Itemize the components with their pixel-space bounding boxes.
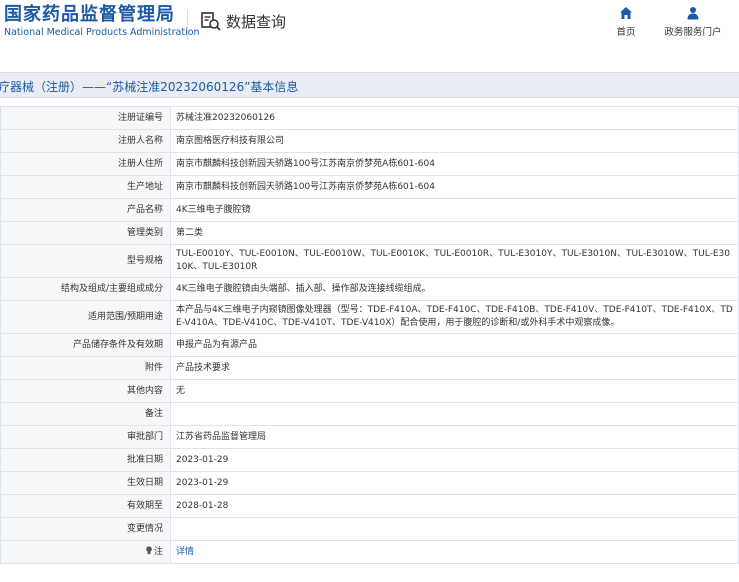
row-value: 南京图格医疗科技有限公司 — [170, 129, 739, 153]
row-value: 无 — [170, 379, 739, 403]
site-header: 国家药品监督管理局 National Medical Products Admi… — [0, 0, 739, 54]
row-value: 2028-01-28 — [170, 494, 739, 518]
row-label: 注册人名称 — [0, 129, 171, 153]
nav-home-label: 首页 — [616, 27, 636, 38]
logo-chinese-name: 国家药品监督管理局 — [4, 4, 175, 25]
note-label-cell: 注 — [0, 540, 171, 564]
table-row: 注册人住所 南京市麒麟科技创新园天骄路100号江苏南京侨梦苑A栋601-604 — [0, 152, 739, 176]
table-row: 产品储存条件及有效期 申报产品为有源产品 — [0, 333, 739, 357]
row-value: 南京市麒麟科技创新园天骄路100号江苏南京侨梦苑A栋601-604 — [170, 152, 739, 176]
note-row: 注 详情 — [0, 540, 739, 564]
row-value: 4K三维电子腹腔镜由头端部、插入部、操作部及连接线缆组成。 — [170, 277, 739, 301]
table-row: 附件 产品技术要求 — [0, 356, 739, 380]
note-label: 注 — [153, 546, 163, 557]
nav-gov-label: 政务服务门户 — [664, 27, 722, 38]
page-title: 疗器械（注册）——“苏械注准20232060126”基本信息 — [0, 80, 299, 94]
table-row: 变更情况 — [0, 517, 739, 541]
table-row: 适用范围/预期用途 本产品与4K三维电子内窥镜图像处理器（型号：TDE-F410… — [0, 300, 739, 334]
row-label: 管理类别 — [0, 221, 171, 245]
row-label: 注册证编号 — [0, 106, 171, 130]
row-value — [170, 517, 739, 541]
nav-home[interactable]: 首页 — [610, 6, 642, 38]
logo-english-name: National Medical Products Administration — [4, 27, 200, 38]
row-label: 批准日期 — [0, 448, 171, 472]
data-query-label: 数据查询 — [226, 12, 287, 31]
nav-gov-service-portal[interactable]: 政务服务门户 — [660, 6, 726, 38]
row-label: 型号规格 — [0, 244, 171, 278]
row-label: 变更情况 — [0, 517, 171, 541]
row-label: 注册人住所 — [0, 152, 171, 176]
table-row: 批准日期 2023-01-29 — [0, 448, 739, 472]
row-label: 产品名称 — [0, 198, 171, 222]
header-divider — [187, 10, 188, 40]
table-row: 型号规格 TUL-E0010Y、TUL-E0010N、TUL-E0010W、TU… — [0, 244, 739, 278]
row-label: 有效期至 — [0, 494, 171, 518]
row-value: 南京市麒麟科技创新园天骄路100号江苏南京侨梦苑A栋601-604 — [170, 175, 739, 199]
row-value: 第二类 — [170, 221, 739, 245]
row-value: 本产品与4K三维电子内窥镜图像处理器（型号：TDE-F410A、TDE-F410… — [170, 300, 739, 334]
row-label: 结构及组成/主要组成成分 — [0, 277, 171, 301]
row-label: 产品储存条件及有效期 — [0, 333, 171, 357]
table-row: 生效日期 2023-01-29 — [0, 471, 739, 495]
row-label: 备注 — [0, 402, 171, 426]
row-value: 产品技术要求 — [170, 356, 739, 380]
home-icon — [620, 7, 632, 19]
table-row: 产品名称 4K三维电子腹腔镜 — [0, 198, 739, 222]
row-value: 苏械注准20232060126 — [170, 106, 739, 130]
row-value: 2023-01-29 — [170, 471, 739, 495]
row-label: 附件 — [0, 356, 171, 380]
table-row: 注册证编号 苏械注准20232060126 — [0, 106, 739, 130]
table-row: 审批部门 江苏省药品监督管理局 — [0, 425, 739, 449]
row-label: 生产地址 — [0, 175, 171, 199]
search-document-icon — [201, 12, 221, 31]
row-label: 适用范围/预期用途 — [0, 300, 171, 334]
registration-detail-table: 注册证编号 苏械注准20232060126 注册人名称 南京图格医疗科技有限公司… — [0, 106, 739, 564]
table-row: 注册人名称 南京图格医疗科技有限公司 — [0, 129, 739, 153]
row-value: TUL-E0010Y、TUL-E0010N、TUL-E0010W、TUL-E00… — [170, 244, 739, 278]
row-label: 审批部门 — [0, 425, 171, 449]
row-value: 江苏省药品监督管理局 — [170, 425, 739, 449]
table-row: 备注 — [0, 402, 739, 426]
table-row: 其他内容 无 — [0, 379, 739, 403]
row-value: 2023-01-29 — [170, 448, 739, 472]
data-query-heading: 数据查询 — [200, 10, 286, 32]
page-title-bar: 疗器械（注册）——“苏械注准20232060126”基本信息 — [0, 72, 739, 98]
table-row: 有效期至 2028-01-28 — [0, 494, 739, 518]
row-label: 其他内容 — [0, 379, 171, 403]
details-link[interactable]: 详情 — [170, 540, 739, 564]
table-row: 生产地址 南京市麒麟科技创新园天骄路100号江苏南京侨梦苑A栋601-604 — [0, 175, 739, 199]
row-label: 生效日期 — [0, 471, 171, 495]
lightbulb-icon — [146, 545, 152, 554]
site-logo[interactable]: 国家药品监督管理局 National Medical Products Admi… — [4, 4, 200, 39]
row-value: 4K三维电子腹腔镜 — [170, 198, 739, 222]
row-value — [170, 402, 739, 426]
table-row: 管理类别 第二类 — [0, 221, 739, 245]
user-icon — [687, 7, 699, 20]
row-value: 申报产品为有源产品 — [170, 333, 739, 357]
table-row: 结构及组成/主要组成成分 4K三维电子腹腔镜由头端部、插入部、操作部及连接线缆组… — [0, 277, 739, 301]
